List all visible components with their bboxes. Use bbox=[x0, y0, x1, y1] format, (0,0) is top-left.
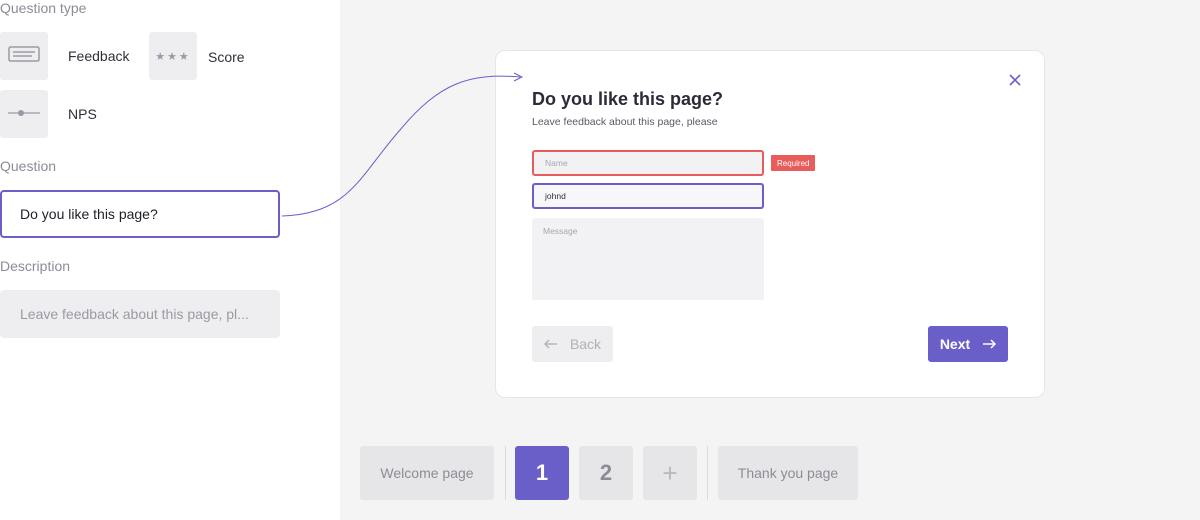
question-label: Question bbox=[0, 158, 57, 174]
description-label: Description bbox=[0, 258, 71, 274]
question-input[interactable]: Do you like this page? bbox=[0, 190, 280, 238]
page-tab-welcome[interactable]: Welcome page bbox=[360, 446, 494, 500]
preview-title: Do you like this page? bbox=[532, 89, 724, 109]
type-score-label[interactable]: Score bbox=[208, 49, 245, 65]
description-input-value: Leave feedback about this page, pl... bbox=[20, 306, 249, 322]
page-tab-1[interactable]: 1 bbox=[515, 446, 569, 500]
name-field[interactable]: Name bbox=[532, 150, 764, 176]
question-type-label: Question type bbox=[0, 0, 87, 16]
pager-divider bbox=[707, 446, 708, 500]
page-tab-thank-you[interactable]: Thank you page bbox=[718, 446, 858, 500]
stars-icon: ★★★ bbox=[155, 50, 191, 63]
type-score-tile[interactable]: ★★★ bbox=[149, 32, 197, 80]
description-input[interactable]: Leave feedback about this page, pl... bbox=[0, 290, 280, 338]
username-value: johnd bbox=[545, 191, 566, 201]
feedback-icon bbox=[8, 45, 40, 67]
question-input-value: Do you like this page? bbox=[20, 206, 158, 222]
pager-divider bbox=[505, 446, 506, 500]
preview-subtitle: Leave feedback about this page, please bbox=[532, 116, 718, 128]
arrow-left-icon bbox=[543, 339, 558, 349]
preview-area: Do you like this page? Leave feedback ab… bbox=[340, 0, 1200, 520]
close-icon[interactable] bbox=[1006, 71, 1024, 89]
type-nps-label[interactable]: NPS bbox=[68, 106, 97, 122]
name-placeholder: Name bbox=[545, 158, 568, 168]
back-label: Back bbox=[569, 336, 602, 352]
add-page-button[interactable]: + bbox=[643, 446, 697, 500]
username-field[interactable]: johnd bbox=[532, 183, 764, 209]
next-label: Next bbox=[939, 336, 971, 352]
survey-preview-card: Do you like this page? Leave feedback ab… bbox=[495, 50, 1045, 398]
arrow-right-icon bbox=[982, 339, 997, 349]
page-tab-2[interactable]: 2 bbox=[579, 446, 633, 500]
type-nps-tile[interactable] bbox=[0, 90, 48, 138]
message-placeholder: Message bbox=[543, 226, 578, 236]
required-badge: Required bbox=[771, 155, 816, 171]
next-button[interactable]: Next bbox=[928, 326, 1008, 362]
message-field[interactable]: Message bbox=[532, 218, 764, 300]
type-feedback-label[interactable]: Feedback bbox=[68, 48, 129, 64]
slider-icon bbox=[7, 105, 41, 123]
settings-panel: Question type Feedback ★★★ Score NPS Que… bbox=[0, 0, 340, 520]
back-button[interactable]: Back bbox=[532, 326, 613, 362]
type-feedback-tile[interactable] bbox=[0, 32, 48, 80]
